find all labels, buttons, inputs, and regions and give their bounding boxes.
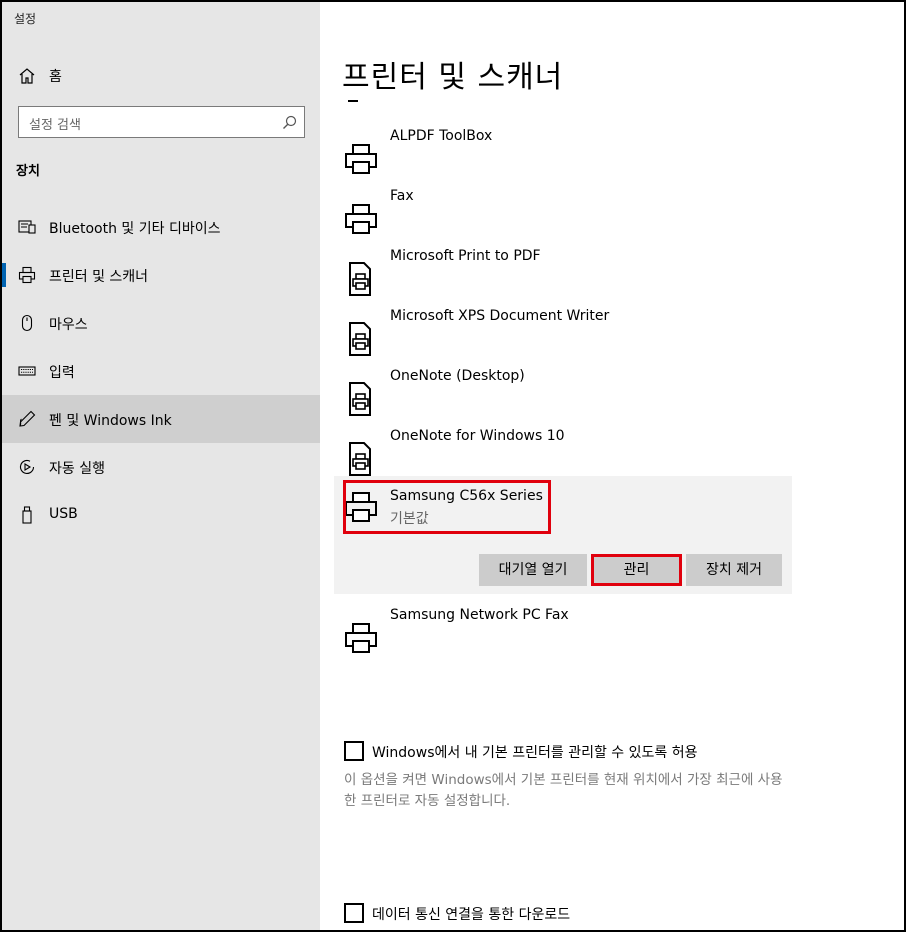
printer-name: Samsung Network PC Fax: [390, 607, 569, 623]
printer-icon: [345, 204, 377, 234]
bluetooth-devices-icon: [18, 220, 36, 234]
metered-download-checkbox[interactable]: [344, 903, 364, 923]
printer-icon: [345, 144, 377, 174]
sidebar-item-label: 펜 및 Windows Ink: [49, 413, 172, 429]
sidebar-item-typing[interactable]: 입력: [2, 347, 320, 395]
remove-device-button[interactable]: 장치 제거: [686, 554, 782, 586]
printer-name: Microsoft Print to PDF: [390, 248, 541, 264]
sidebar-item-label: 프린터 및 스캐너: [49, 269, 149, 285]
home-icon: [19, 68, 35, 84]
default-printer-checkbox[interactable]: [344, 741, 364, 761]
printer-item[interactable]: Fax: [334, 188, 792, 248]
scroll-fade-mark: [348, 100, 358, 102]
printer-name: Microsoft XPS Document Writer: [390, 308, 610, 324]
default-printer-checkbox-label[interactable]: Windows에서 내 기본 프린터를 관리할 수 있도록 허용: [372, 742, 698, 762]
highlight-box: [343, 480, 551, 534]
printer-item[interactable]: Microsoft XPS Document Writer: [334, 308, 792, 368]
home-label: 홈: [49, 69, 62, 85]
usb-icon: [22, 506, 32, 524]
page-title: 프린터 및 스캐너: [342, 60, 564, 95]
search-icon[interactable]: [282, 115, 297, 130]
sidebar-item-autoplay[interactable]: 자동 실행: [2, 443, 320, 491]
sidebar-item-pen[interactable]: 펜 및 Windows Ink: [2, 395, 320, 443]
printer-item[interactable]: OneNote (Desktop): [334, 368, 792, 428]
mouse-icon: [21, 314, 33, 332]
printer-name: ALPDF ToolBox: [390, 128, 493, 144]
search-input[interactable]: 설정 검색: [18, 106, 305, 138]
metered-download-checkbox-label[interactable]: 데이터 통신 연결을 통한 다운로드: [372, 904, 570, 924]
printer-name: OneNote (Desktop): [390, 368, 525, 384]
keyboard-icon: [18, 366, 36, 376]
default-printer-description: 이 옵션을 켜면 Windows에서 기본 프린터를 현재 위치에서 가장 최근…: [344, 772, 783, 809]
sidebar-item-usb[interactable]: USB: [2, 491, 320, 539]
sidebar-item-label: 입력: [49, 365, 75, 381]
autoplay-icon: [19, 459, 35, 475]
open-queue-button[interactable]: 대기열 열기: [479, 554, 587, 586]
sidebar-item-label: USB: [49, 506, 78, 522]
document-printer-icon: [349, 262, 371, 296]
printer-name: Fax: [390, 188, 414, 204]
document-printer-icon: [349, 322, 371, 356]
sidebar-item-printers[interactable]: 프린터 및 스캐너: [2, 251, 320, 299]
app-title: 설정: [14, 12, 37, 26]
printer-item[interactable]: ALPDF ToolBox: [334, 128, 792, 188]
home-link[interactable]: 홈: [2, 58, 320, 94]
sidebar-item-label: 자동 실행: [49, 461, 105, 477]
sidebar-item-label: Bluetooth 및 기타 디바이스: [49, 221, 221, 237]
sidebar-item-label: 마우스: [49, 317, 88, 333]
document-printer-icon: [349, 382, 371, 416]
document-printer-icon: [349, 442, 371, 476]
section-title: 장치: [16, 164, 40, 179]
search-placeholder: 설정 검색: [29, 118, 81, 133]
sidebar-item-mouse[interactable]: 마우스: [2, 299, 320, 347]
printer-icon: [345, 623, 377, 653]
printer-name: OneNote for Windows 10: [390, 428, 565, 444]
nav-pane: 설정 홈 설정 검색 장치 Bluetooth 및 기타 디바이스 프린터 및 …: [0, 0, 320, 932]
printer-icon: [18, 266, 36, 284]
pen-icon: [19, 410, 36, 427]
printer-item[interactable]: Microsoft Print to PDF: [334, 248, 792, 308]
printer-item[interactable]: Samsung Network PC Fax: [334, 607, 792, 667]
content-pane: 프린터 및 스캐너 ALPDF ToolBox Fax Microsoft Pr…: [320, 0, 906, 932]
manage-button[interactable]: 관리: [591, 554, 682, 586]
sidebar-item-bluetooth[interactable]: Bluetooth 및 기타 디바이스: [2, 203, 320, 251]
